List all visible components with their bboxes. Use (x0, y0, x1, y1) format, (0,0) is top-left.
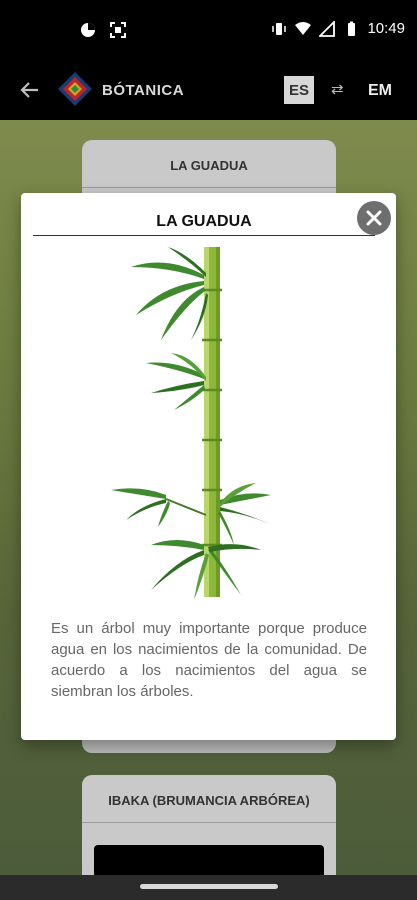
modal-description: Es un árbol muy importante porque produc… (51, 620, 367, 700)
close-icon (366, 210, 382, 226)
modal-title: LA GUADUA (156, 213, 252, 230)
language-es-button[interactable]: ES (284, 76, 314, 104)
bamboo-illustration (111, 247, 276, 600)
status-left-icons (80, 22, 126, 38)
navigation-bar (0, 875, 417, 900)
app-logo-icon (58, 72, 92, 106)
wifi-icon (295, 21, 312, 35)
swap-language-icon[interactable]: ⇄ (331, 80, 349, 98)
status-bar: 10:49 (0, 0, 417, 60)
home-gesture-bar[interactable] (140, 884, 278, 889)
back-arrow-icon[interactable] (18, 78, 42, 102)
signal-icon (319, 20, 336, 37)
background-card-guadua[interactable]: LA GUADUA (82, 140, 336, 200)
status-right-icons: 10:49 (271, 20, 405, 37)
status-time: 10:49 (367, 20, 405, 37)
background-card-title: LA GUADUA (82, 140, 336, 188)
app-title: BÓTANICA (102, 82, 185, 99)
language-em-button[interactable]: EM (368, 82, 392, 100)
screenshot-icon (110, 22, 126, 38)
close-button[interactable] (357, 201, 391, 235)
battery-icon (348, 21, 356, 36)
vibrate-icon (272, 22, 287, 35)
pie-chart-icon (81, 23, 95, 37)
background-card-title-2: IBAKA (BRUMANCIA ARBÓREA) (82, 775, 336, 823)
modal-divider (33, 235, 375, 236)
info-modal: LA GUADUA Es un árbol muy importante por… (21, 193, 396, 740)
app-bar: BÓTANICA ES ⇄ EM (0, 60, 417, 120)
